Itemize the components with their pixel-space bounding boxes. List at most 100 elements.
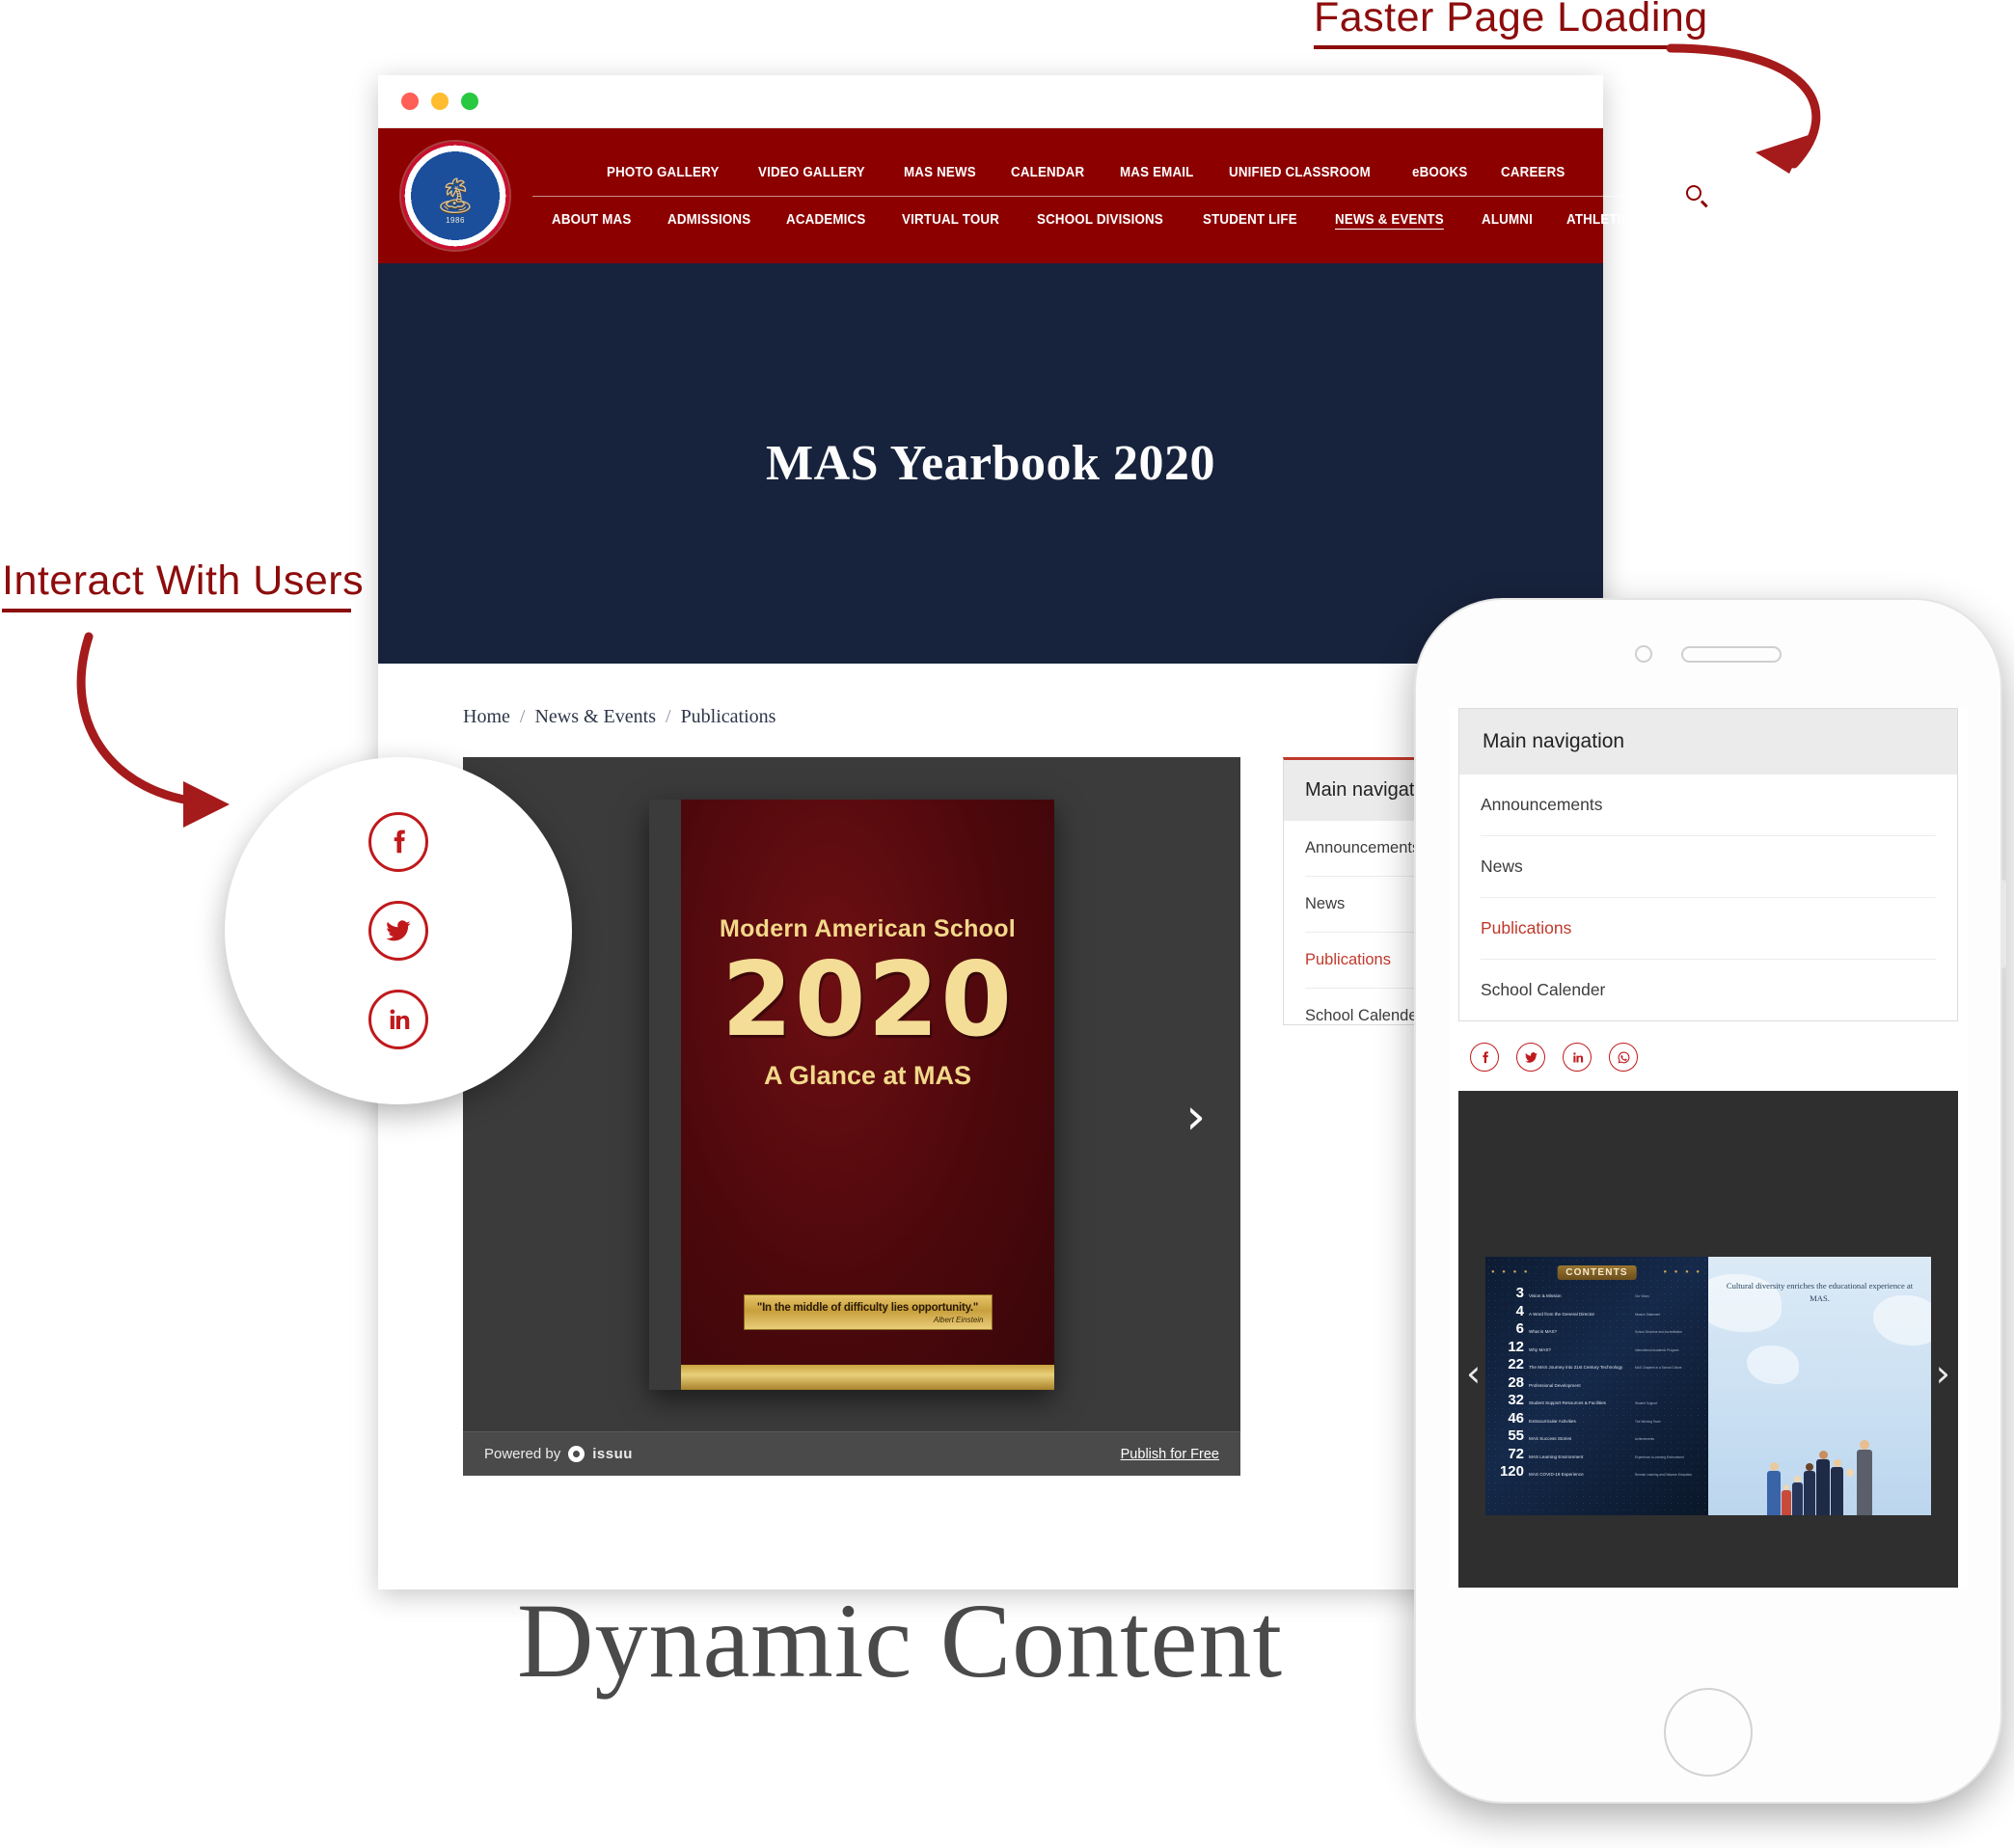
twitter-icon[interactable] [368, 901, 428, 961]
person [1804, 1463, 1815, 1515]
toc-page-number: 3 [1515, 1285, 1524, 1301]
social-magnifier-bubble [225, 757, 572, 1104]
header-nav-column: PHOTO GALLERY VIDEO GALLERY MAS NEWS CAL… [532, 128, 1655, 263]
toc-title: Student Support Resources & Facilities [1529, 1400, 1606, 1405]
phone-sidebar: Main navigation Announcements News Publi… [1458, 708, 1958, 1021]
nav-admissions[interactable]: ADMISSIONS [667, 212, 750, 228]
decorative-dots-left: ● ● ● ● [1491, 1269, 1531, 1275]
toc-subtitle: Mission Statement [1635, 1312, 1661, 1317]
table-of-contents: 3 Vision & Mission Our Vision 4 A Word f… [1491, 1286, 1704, 1482]
breadcrumb-home[interactable]: Home [463, 706, 510, 728]
toc-row: 22 The MAS Journey into 21st Century Tec… [1491, 1357, 1704, 1372]
issuu-viewer[interactable]: Modern American School 2020 A Glance at … [463, 757, 1240, 1476]
annotation-dynamic-content: Dynamic Content [517, 1582, 1284, 1699]
top-nav: PHOTO GALLERY VIDEO GALLERY MAS NEWS CAL… [532, 165, 1646, 196]
toc-row: 32 Student Support Resources & Facilitie… [1491, 1393, 1704, 1407]
nav-news-events[interactable]: NEWS & EVENTS [1335, 212, 1444, 228]
nav-careers[interactable]: CAREERS [1501, 165, 1565, 180]
phone-side-button[interactable] [2000, 880, 2006, 968]
cover-year: 2020 [721, 939, 1015, 1059]
phone-sidebar-item-announcements[interactable]: Announcements [1481, 775, 1936, 836]
yearbook-cover[interactable]: Modern American School 2020 A Glance at … [649, 799, 1054, 1390]
toc-title: The MAS Journey into 21st Century Techno… [1529, 1365, 1623, 1370]
toc-title: Extracurricular Activities [1529, 1418, 1576, 1424]
linkedin-icon[interactable] [368, 990, 428, 1049]
linkedin-icon[interactable] [1563, 1043, 1592, 1072]
book-spine [649, 800, 681, 1390]
annotation-underline [1314, 45, 1688, 49]
toc-subtitle: The Winning Team [1635, 1419, 1661, 1424]
phone-prev-page-button[interactable]: ‹ [1466, 1355, 1481, 1392]
phone-social-row [1449, 1021, 1968, 1085]
toc-title: MAS Learning Environment [1529, 1454, 1584, 1459]
twitter-icon[interactable] [1516, 1043, 1545, 1072]
nav-video-gallery[interactable]: VIDEO GALLERY [758, 165, 865, 180]
breadcrumb-news-events[interactable]: News & Events [534, 706, 656, 728]
toc-row: 120 MAS COVID-19 Experience Remote Learn… [1491, 1464, 1704, 1479]
person [1816, 1451, 1830, 1515]
cover-subtitle: A Glance at MAS [763, 1060, 972, 1090]
powered-by-issuu: Powered by issuu [484, 1446, 633, 1462]
nav-photo-gallery[interactable]: PHOTO GALLERY [607, 165, 720, 180]
phone-next-page-button[interactable]: › [1936, 1355, 1950, 1392]
breadcrumb-publications[interactable]: Publications [681, 706, 776, 728]
toc-row: 6 What is MAS? School Structure and Accr… [1491, 1321, 1704, 1336]
phone-diversity-page: Cultural diversity enriches the educatio… [1708, 1257, 1931, 1515]
phone-sidebar-item-news[interactable]: News [1481, 836, 1936, 898]
toc-subtitle: Experience a Learning Environment [1635, 1454, 1684, 1459]
phone-issuu-viewer[interactable]: ● ● ● ● CONTENTS ● ● ● ● 3 Vision & Miss… [1458, 1091, 1958, 1588]
whatsapp-icon[interactable] [1609, 1043, 1638, 1072]
phone-sidebar-item-publications[interactable]: Publications [1481, 898, 1936, 960]
next-page-button[interactable]: › [1185, 1092, 1206, 1142]
toc-page-number: 12 [1508, 1338, 1524, 1355]
nav-mas-email[interactable]: MAS EMAIL [1120, 165, 1194, 180]
toc-title: Vision & Mission [1529, 1293, 1562, 1298]
issuu-stage: Modern American School 2020 A Glance at … [463, 757, 1240, 1431]
person [1857, 1440, 1872, 1515]
toc-page-number: 4 [1515, 1302, 1524, 1319]
page-title: MAS Yearbook 2020 [766, 436, 1215, 491]
toc-title: Why MAS? [1529, 1346, 1551, 1352]
map-shape [1747, 1345, 1799, 1384]
nav-unified-classroom[interactable]: UNIFIED CLASSROOM [1229, 165, 1371, 180]
nav-ebooks[interactable]: eBOOKS [1412, 165, 1467, 180]
nav-student-life[interactable]: STUDENT LIFE [1203, 212, 1297, 228]
nav-school-divisions[interactable]: SCHOOL DIVISIONS [1037, 212, 1163, 228]
facebook-icon[interactable] [1470, 1043, 1499, 1072]
site-header: 🏝 1986 PHOTO GALLERY VIDEO GALLERY MAS N… [378, 128, 1738, 263]
toc-title: What is MAS? [1529, 1329, 1558, 1334]
breadcrumb-separator: / [666, 706, 671, 727]
school-logo[interactable]: 🏝 1986 [378, 128, 532, 263]
nav-virtual-tour[interactable]: VIRTUAL TOUR [902, 212, 999, 228]
person [1844, 1469, 1856, 1515]
toc-row: 4 A Word from the General Director Missi… [1491, 1304, 1704, 1318]
toc-title: A Word from the General Director [1529, 1311, 1595, 1317]
eagle-glyph: 🏝 [433, 176, 477, 215]
issuu-toolbar: Powered by issuu Publish for Free [463, 1431, 1240, 1476]
toc-subtitle: Student Support [1635, 1401, 1658, 1405]
toc-row: 3 Vision & Mission Our Vision [1491, 1286, 1704, 1300]
nav-calendar[interactable]: CALENDAR [1011, 165, 1084, 180]
cover-gold-band [681, 1364, 1054, 1390]
close-window-button[interactable] [401, 93, 419, 110]
nav-alumni[interactable]: ALUMNI [1482, 212, 1533, 228]
main-nav: ABOUT MAS ADMISSIONS ACADEMICS VIRTUAL T… [532, 197, 1646, 228]
nav-academics[interactable]: ACADEMICS [786, 212, 865, 228]
publish-for-free-link[interactable]: Publish for Free [1121, 1447, 1219, 1462]
nav-mas-news[interactable]: MAS NEWS [904, 165, 976, 180]
toc-subtitle: Achievements [1635, 1437, 1655, 1441]
facebook-icon[interactable] [368, 812, 428, 872]
cover-quote-author: Albert Einstein [933, 1315, 984, 1324]
phone-page-spread: ● ● ● ● CONTENTS ● ● ● ● 3 Vision & Miss… [1485, 1257, 1931, 1515]
phone-home-button[interactable] [1664, 1688, 1753, 1777]
person [1782, 1484, 1791, 1515]
minimize-window-button[interactable] [431, 93, 449, 110]
toc-page-number: 55 [1508, 1427, 1524, 1444]
nav-about-mas[interactable]: ABOUT MAS [552, 212, 631, 228]
search-button[interactable] [1654, 128, 1738, 263]
powered-by-label: Powered by [484, 1446, 561, 1462]
nav-athletics[interactable]: ATHLETICS [1566, 212, 1640, 228]
phone-sidebar-item-school-calender[interactable]: School Calender [1481, 960, 1936, 1020]
maximize-window-button[interactable] [461, 93, 478, 110]
diversity-quote: Cultural diversity enriches the educatio… [1726, 1281, 1914, 1303]
